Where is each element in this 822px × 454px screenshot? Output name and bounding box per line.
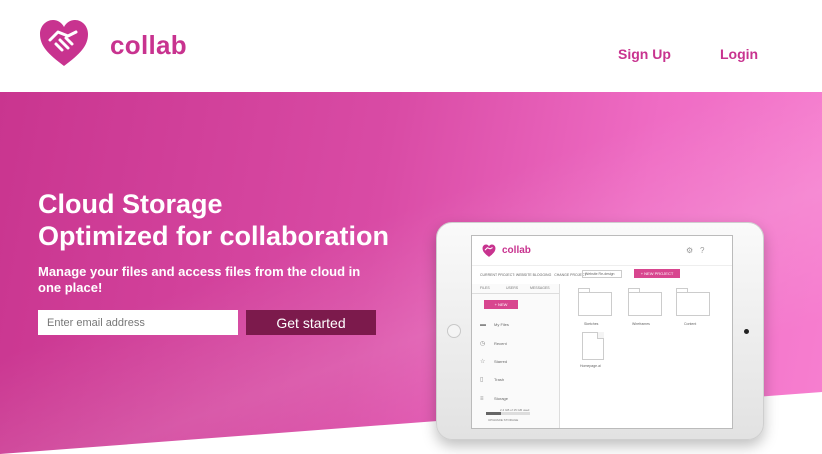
landing-page: collab Sign Up Login Cloud Storage Optim… (0, 0, 822, 454)
storage-bar-fill (486, 412, 502, 415)
app-brand: collab (502, 245, 531, 256)
hero-section: Cloud Storage Optimized for collaboratio… (0, 92, 822, 454)
sidebar-item-label: My Files (494, 322, 509, 327)
tab-files: FILES (480, 286, 490, 290)
sidebar-item-label: Trash (494, 377, 505, 382)
sign-up-link[interactable]: Sign Up (618, 46, 671, 62)
site-header: collab Sign Up Login (0, 0, 822, 92)
folder-label: Wireframes (632, 322, 650, 326)
heart-handshake-icon (482, 244, 496, 257)
app-sidebar: FILES USERS MESSAGES + NEW ▬ My Files ◷ Re… (472, 284, 560, 428)
storage-bar (486, 412, 530, 415)
folder-content (676, 288, 710, 316)
folder-label: Sketches (584, 322, 599, 326)
hero-subtitle: Manage your files and access files from … (38, 264, 361, 295)
sidebar-item-storage: ≡ Storage (480, 396, 508, 402)
tablet-mockup: collab ⚙ ? CURRENT PROJECT: WEBSITE BLOG… (436, 222, 764, 440)
hero-title-line-2: Optimized for collaboration (38, 221, 390, 251)
help-icon: ? (700, 246, 705, 255)
tablet-screen: collab ⚙ ? CURRENT PROJECT: WEBSITE BLOG… (471, 235, 733, 429)
new-file-button: + NEW (484, 300, 518, 309)
new-project-button: + NEW PROJECT (634, 269, 680, 278)
file-label: Homepage.ai (580, 364, 601, 368)
clock-icon: ◷ (480, 341, 486, 347)
sidebar-item-starred: ☆ Starred (480, 358, 507, 365)
brand-name[interactable]: collab (110, 30, 187, 61)
tab-messages: MESSAGES (530, 286, 550, 290)
tablet-camera (744, 329, 749, 334)
folder-wireframes (628, 288, 662, 316)
current-project-label: CURRENT PROJECT: WEBSITE BLOGGING CHANGE… (480, 273, 587, 277)
app-header: collab ⚙ ? (472, 236, 732, 266)
folder-icon: ▬ (480, 322, 486, 328)
sidebar-item-trash: ▯ Trash (480, 376, 504, 383)
login-link[interactable]: Login (720, 46, 758, 62)
project-select: Website Re-design (582, 270, 622, 278)
file-homepage (582, 332, 604, 360)
sidebar-item-my-files: ▬ My Files (480, 322, 509, 328)
sidebar-item-label: Storage (494, 396, 509, 401)
storage-icon: ≡ (480, 396, 484, 402)
heart-handshake-icon[interactable] (38, 18, 90, 70)
folder-label: Content (684, 322, 697, 326)
star-icon: ☆ (480, 359, 486, 365)
sidebar-tabs: FILES USERS MESSAGES (472, 284, 560, 294)
sidebar-item-recent: ◷ Recent (480, 340, 507, 347)
gear-icon: ⚙ (686, 246, 694, 255)
get-started-button[interactable]: Get started (246, 310, 376, 335)
upgrade-storage-link: UPGRADE STORAGE (488, 418, 519, 422)
tablet-home-button (447, 324, 461, 338)
hero-title-line-1: Cloud Storage (38, 189, 223, 219)
folder-sketches (578, 288, 612, 316)
sidebar-item-label: Starred (494, 359, 508, 364)
email-input[interactable] (38, 310, 238, 335)
tab-users: USERS (506, 286, 519, 290)
sidebar-item-label: Recent (494, 341, 507, 346)
trash-icon: ▯ (480, 377, 484, 383)
project-name: CURRENT PROJECT: WEBSITE BLOGGING (480, 273, 552, 277)
